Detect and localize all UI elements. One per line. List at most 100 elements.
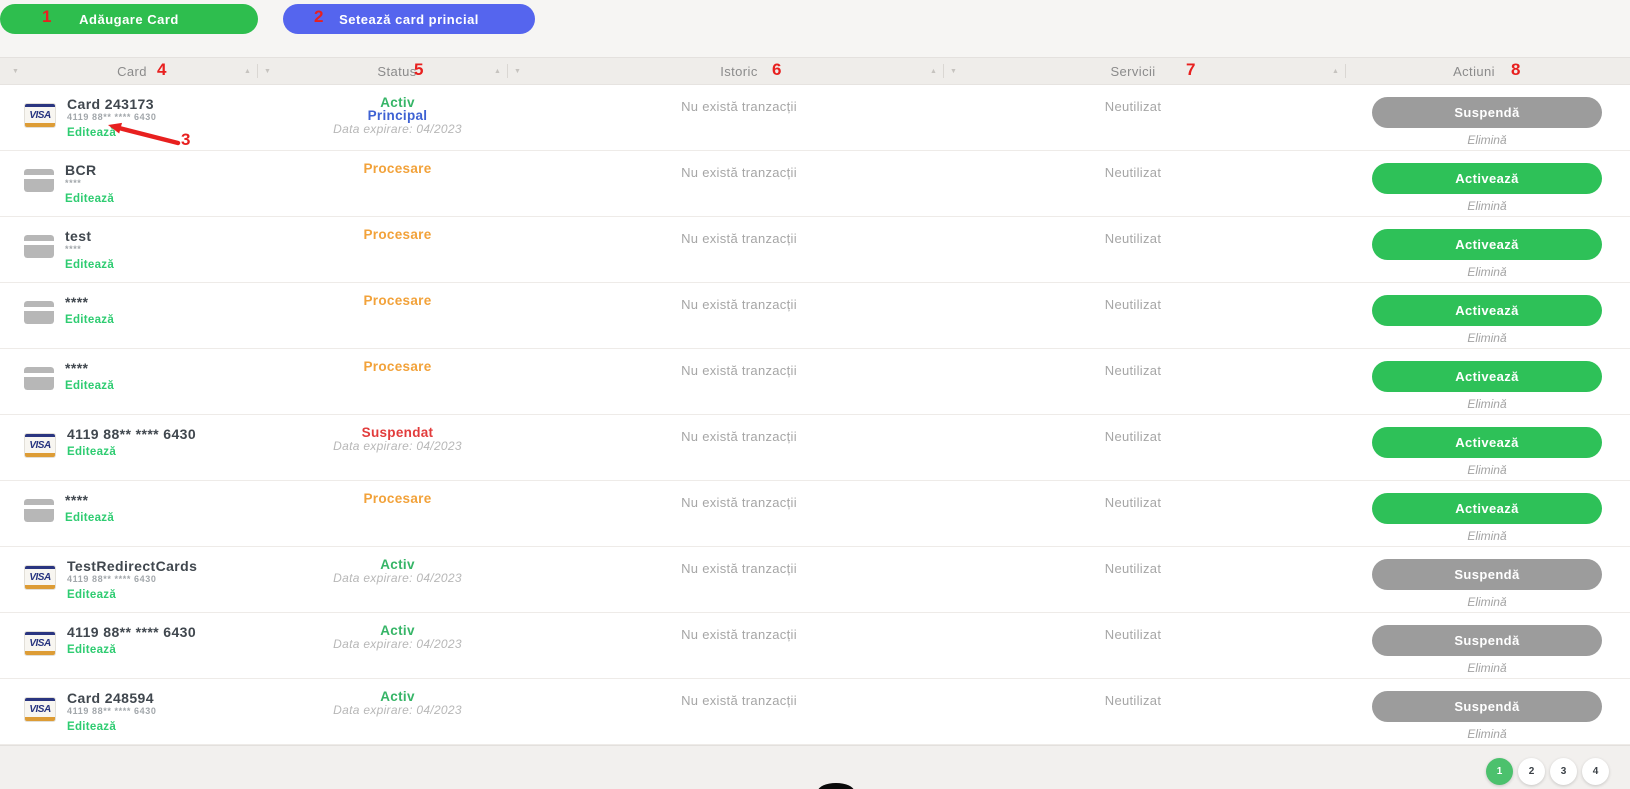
pagination: 1234 xyxy=(1486,758,1609,785)
edit-link[interactable]: Editează xyxy=(65,511,114,525)
card-text-block: 4119 88** **** 6430 Editează xyxy=(67,427,196,460)
remove-link[interactable]: Elimină xyxy=(1372,133,1602,147)
column-header-card[interactable]: Card xyxy=(117,58,147,84)
header-divider xyxy=(1345,64,1346,78)
column-label-status: Status xyxy=(377,64,416,79)
remove-link[interactable]: Elimină xyxy=(1372,265,1602,279)
status-cell: SuspendatData expirare: 04/2023 xyxy=(265,415,530,480)
filter-down-icon[interactable]: ▼ xyxy=(950,68,957,75)
actions-group: Activează Elimină xyxy=(1372,427,1602,477)
history-cell: Nu există tranzacții xyxy=(530,547,948,612)
suspend-button[interactable]: Suspendă xyxy=(1372,691,1602,722)
services-cell: Neutilizat xyxy=(948,547,1318,612)
pagination-page-3[interactable]: 3 xyxy=(1550,758,1577,785)
activate-button[interactable]: Activează xyxy=(1372,229,1602,260)
table-footer: 1234 xyxy=(0,745,1630,789)
actions-cell: Suspendă Elimină xyxy=(1318,85,1630,150)
edit-link[interactable]: Editează xyxy=(65,379,114,393)
edit-link[interactable]: Editează xyxy=(65,313,114,327)
table-row: VISATestRedirectCards4119 88** **** 6430… xyxy=(0,547,1630,613)
history-cell: Nu există tranzacții xyxy=(530,85,948,150)
filter-down-icon[interactable]: ▼ xyxy=(12,68,19,75)
add-card-button[interactable]: Adăugare Card xyxy=(0,4,258,34)
table-row: ****EditeazăProcesareNu există tranzacți… xyxy=(0,481,1630,547)
table-row: VISACard 2431734119 88** **** 6430Editea… xyxy=(0,85,1630,151)
column-header-status[interactable]: Status xyxy=(377,58,416,84)
actions-cell: Activează Elimină xyxy=(1318,415,1630,480)
status-cell: Procesare xyxy=(265,481,530,546)
suspend-button[interactable]: Suspendă xyxy=(1372,97,1602,128)
activate-button[interactable]: Activează xyxy=(1372,295,1602,326)
sort-asc-icon[interactable]: ▲ xyxy=(494,68,501,75)
card-number: 4119 88** **** 6430 xyxy=(67,706,156,717)
remove-link[interactable]: Elimină xyxy=(1372,595,1602,609)
history-cell: Nu există tranzacții xyxy=(530,415,948,480)
activate-button[interactable]: Activează xyxy=(1372,163,1602,194)
visa-wordmark: VISA xyxy=(25,569,55,585)
card-sort-control: ▲ ▼ xyxy=(244,58,271,84)
edit-link[interactable]: Editează xyxy=(67,720,116,734)
card-cell: ****Editează xyxy=(0,283,265,348)
suspend-button[interactable]: Suspendă xyxy=(1372,559,1602,590)
edit-link[interactable]: Editează xyxy=(67,643,116,657)
istoric-sort-control: ▲ ▼ xyxy=(930,58,957,84)
status-sort-control: ▲ ▼ xyxy=(494,58,521,84)
generic-card-icon xyxy=(24,499,54,522)
remove-link[interactable]: Elimină xyxy=(1372,529,1602,543)
edit-link[interactable]: Editează xyxy=(67,588,116,602)
generic-card-icon xyxy=(24,169,54,192)
pagination-page-2[interactable]: 2 xyxy=(1518,758,1545,785)
status-text: Procesare xyxy=(265,294,530,307)
edit-link[interactable]: Editează xyxy=(65,192,114,206)
edit-link[interactable]: Editează xyxy=(65,258,114,272)
actions-group: Suspendă Elimină xyxy=(1372,559,1602,609)
activate-button[interactable]: Activează xyxy=(1372,361,1602,392)
card-title: 4119 88** **** 6430 xyxy=(67,427,196,442)
filter-down-icon[interactable]: ▼ xyxy=(264,68,271,75)
sort-asc-icon[interactable]: ▲ xyxy=(930,68,937,75)
status-cell: Procesare xyxy=(265,151,530,216)
remove-link[interactable]: Elimină xyxy=(1372,199,1602,213)
services-cell: Neutilizat xyxy=(948,613,1318,678)
column-header-istoric[interactable]: Istoric xyxy=(720,58,757,84)
column-label-istoric: Istoric xyxy=(720,64,757,79)
card-title: test xyxy=(65,229,114,244)
table-row: VISA4119 88** **** 6430EditeazăActivData… xyxy=(0,613,1630,679)
visa-wordmark: VISA xyxy=(25,437,55,453)
sort-asc-icon[interactable]: ▲ xyxy=(244,68,251,75)
annotation-number-1: 1 xyxy=(42,8,51,25)
card-text-block: 4119 88** **** 6430 Editează xyxy=(67,625,196,658)
card-title: 4119 88** **** 6430 xyxy=(67,625,196,640)
column-header-actiuni[interactable]: Actiuni xyxy=(1453,58,1495,84)
remove-link[interactable]: Elimină xyxy=(1372,331,1602,345)
actions-group: Suspendă Elimină xyxy=(1372,97,1602,147)
suspend-button[interactable]: Suspendă xyxy=(1372,625,1602,656)
history-cell: Nu există tranzacții xyxy=(530,679,948,744)
edit-link[interactable]: Editează xyxy=(67,445,116,459)
actions-cell: Activează Elimină xyxy=(1318,217,1630,282)
actions-group: Activează Elimină xyxy=(1372,295,1602,345)
services-cell: Neutilizat xyxy=(948,481,1318,546)
remove-link[interactable]: Elimină xyxy=(1372,397,1602,411)
pagination-page-1[interactable]: 1 xyxy=(1486,758,1513,785)
generic-card-icon xyxy=(24,235,54,258)
status-text: Data expirare: 04/2023 xyxy=(265,123,530,135)
actions-cell: Activează Elimină xyxy=(1318,151,1630,216)
history-cell: Nu există tranzacții xyxy=(530,283,948,348)
remove-link[interactable]: Elimină xyxy=(1372,727,1602,741)
history-cell: Nu există tranzacții xyxy=(530,217,948,282)
sort-asc-icon[interactable]: ▲ xyxy=(1332,68,1339,75)
pagination-page-4[interactable]: 4 xyxy=(1582,758,1609,785)
column-header-servicii[interactable]: Servicii xyxy=(1110,58,1155,84)
status-text: Procesare xyxy=(265,162,530,175)
actions-group: Activează Elimină xyxy=(1372,361,1602,411)
activate-button[interactable]: Activează xyxy=(1372,427,1602,458)
card-cell: ****Editează xyxy=(0,349,265,414)
card-cell: test****Editează xyxy=(0,217,265,282)
activate-button[interactable]: Activează xyxy=(1372,493,1602,524)
actions-cell: Activează Elimină xyxy=(1318,481,1630,546)
remove-link[interactable]: Elimină xyxy=(1372,661,1602,675)
status-text: Activ xyxy=(265,690,530,703)
remove-link[interactable]: Elimină xyxy=(1372,463,1602,477)
filter-down-icon[interactable]: ▼ xyxy=(514,68,521,75)
